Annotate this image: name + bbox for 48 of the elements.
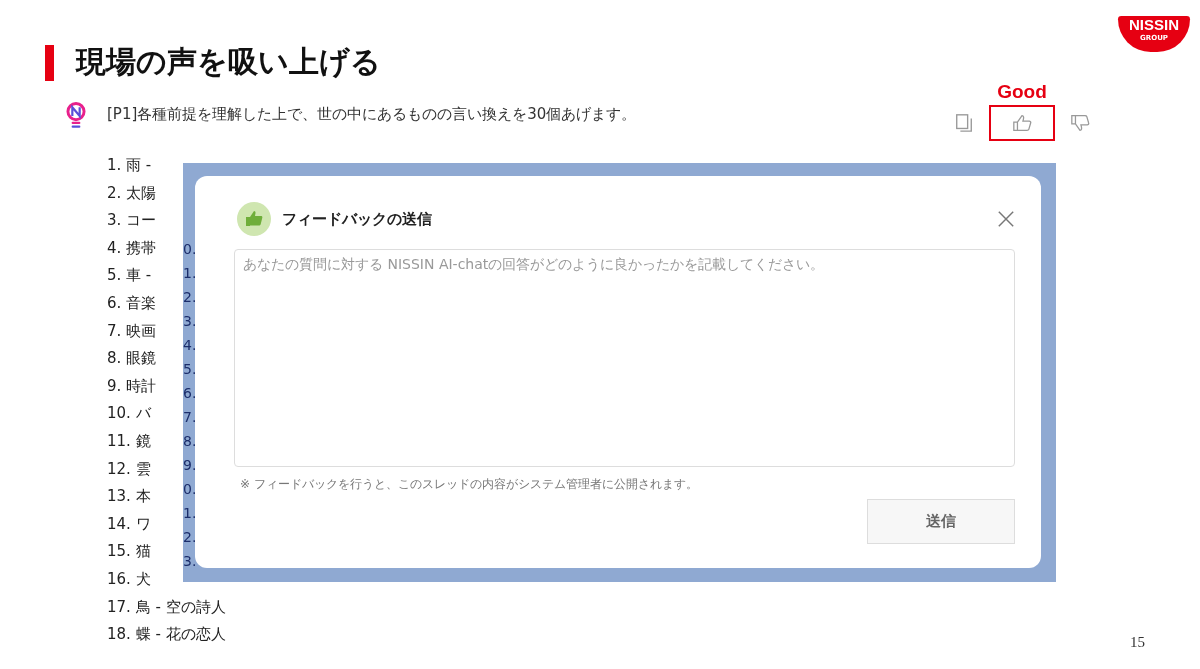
list-item: 18. 蝶 - 花の恋人 <box>107 624 226 646</box>
submit-button[interactable]: 送信 <box>867 499 1015 544</box>
list-item: 14. ワ <box>107 513 151 535</box>
line-number: 1. <box>183 264 195 283</box>
dialog-title: フィードバックの送信 <box>282 209 433 229</box>
line-number: 3. <box>183 552 195 571</box>
good-button[interactable] <box>989 105 1055 141</box>
line-number: 3. <box>183 312 195 331</box>
list-item: 2. 太陽 <box>107 182 157 204</box>
list-item: 3. コー <box>107 210 157 232</box>
line-number: 4. <box>183 336 195 355</box>
list-item: 16. 犬 <box>107 568 151 590</box>
disclaimer-text: ※ フィードバックを行うと、このスレッドの内容がシステム管理者に公開されます。 <box>239 476 699 493</box>
list-item: 10. バ <box>107 403 151 425</box>
line-number: 2. <box>183 288 195 307</box>
title-accent-bar <box>45 44 54 81</box>
line-number: 1. <box>183 504 195 523</box>
list-item: 11. 鏡 <box>107 430 151 452</box>
list-item: 9. 時計 <box>107 375 157 397</box>
thumbs-up-icon <box>1012 113 1032 133</box>
thumbs-up-icon <box>237 202 271 236</box>
line-number: 9. <box>183 456 195 475</box>
lightbulb-icon <box>65 101 87 131</box>
line-number: 5. <box>183 360 195 379</box>
list-item: 12. 雲 <box>107 458 151 480</box>
prompt-text: [P1]各種前提を理解した上で、世の中にあるものの言い換えを30個あげます。 <box>107 105 637 124</box>
list-item: 13. 本 <box>107 486 151 508</box>
copy-icon <box>954 113 974 133</box>
page-number: 15 <box>1130 634 1145 651</box>
list-item: 17. 鳥 - 空の詩人 <box>107 596 226 618</box>
list-item: 1. 雨 - <box>107 155 152 176</box>
line-number: 6. <box>183 384 195 403</box>
line-number: 8. <box>183 432 195 451</box>
highlight-label: Good <box>997 81 1047 103</box>
list-item: 4. 携帯 <box>107 237 157 259</box>
list-item: 6. 音楽 <box>107 292 157 314</box>
line-number: 7. <box>183 408 195 427</box>
thumbs-down-icon <box>1070 113 1090 133</box>
close-icon[interactable] <box>997 210 1015 228</box>
line-number: 0. <box>183 480 195 499</box>
list-item: 8. 眼鏡 <box>107 348 157 370</box>
list-item: 5. 車 - <box>107 265 152 287</box>
feedback-field[interactable]: あなたの質問に対する NISSIN AI-chatの回答がどのように良かったかを記載してください。 <box>234 249 1015 467</box>
list-item: 7. 映画 <box>107 320 157 342</box>
list-item: 15. 猫 <box>107 541 151 563</box>
slide-title: 現場の声を吸い上げる <box>76 43 381 81</box>
line-number: 2. <box>183 528 195 547</box>
line-number: 0. <box>183 240 195 259</box>
